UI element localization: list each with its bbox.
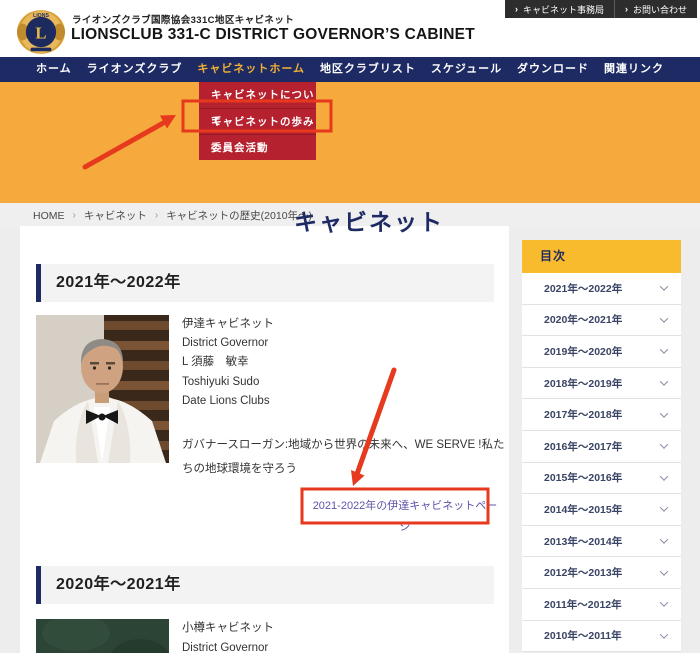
breadcrumb-current-page: キャビネットの歴史(2010年〜)	[166, 208, 312, 223]
toc-item-2016-2017[interactable]: 2016年〜2017年	[522, 431, 681, 463]
toc-item-label: 2011年〜2012年	[544, 597, 622, 612]
governor-name-jp: L 須藤 敏幸	[182, 353, 274, 372]
chevron-down-icon	[660, 567, 668, 575]
chevron-down-icon	[660, 409, 668, 417]
hero-banner: キャビネット	[0, 82, 700, 203]
toc-item-label: 2016年〜2017年	[544, 439, 622, 454]
cabinet-office-button[interactable]: › キャビネット事務局	[505, 0, 614, 18]
nav-item-schedule[interactable]: スケジュール	[431, 57, 502, 82]
svg-text:L: L	[35, 23, 46, 42]
nav-item-home[interactable]: ホーム	[36, 57, 72, 82]
site-subtitle: ライオンズクラブ国際協会331C地区キャビネット	[72, 12, 294, 26]
governor-photo-2020	[36, 619, 169, 653]
governor-role: District Governor	[182, 638, 274, 653]
chevron-down-icon	[660, 346, 668, 354]
dropdown-item-cabinet-history[interactable]: キャビネットの歩み	[199, 108, 316, 134]
cabinet-office-label: キャビネット事務局	[523, 3, 604, 16]
page: L LIONS ライオンズクラブ国際協会331C地区キャビネット LIONSCL…	[0, 0, 700, 653]
cabinet-name: 小樽キャビネット	[182, 618, 274, 638]
svg-text:LIONS: LIONS	[33, 13, 49, 19]
chevron-right-icon: ›	[625, 4, 628, 14]
nav-item-related-links[interactable]: 関連リンク	[604, 57, 664, 82]
toc-item-2014-2015[interactable]: 2014年〜2015年	[522, 494, 681, 526]
governor-name-en: Toshiyuki Sudo	[182, 373, 274, 392]
toc-item-label: 2010年〜2011年	[544, 628, 622, 643]
chevron-right-icon: ›	[515, 4, 518, 14]
nav-item-cabinet-home[interactable]: キャビネットホーム	[197, 57, 305, 82]
toc-item-2020-2021[interactable]: 2020年〜2021年	[522, 305, 681, 337]
main-content: 2021年〜2022年	[20, 226, 509, 653]
breadcrumb-separator: ›	[73, 210, 76, 221]
toc-item-label: 2014年〜2015年	[544, 502, 622, 517]
cabinet-page-link-2021-2022[interactable]: 2021-2022年の伊達キャビネットページ	[312, 496, 498, 538]
portrait-image	[36, 619, 169, 653]
toc-item-2015-2016[interactable]: 2015年〜2016年	[522, 463, 681, 495]
breadcrumb-home[interactable]: HOME	[33, 210, 65, 222]
toc-title: 目次	[522, 240, 681, 273]
chevron-down-icon	[660, 283, 668, 291]
toc-item-label: 2018年〜2019年	[544, 376, 622, 391]
chevron-down-icon	[660, 441, 668, 449]
topbar: › キャビネット事務局 › お問い合わせ	[505, 0, 697, 18]
governor-slogan: ガバナースローガン:地域から世界の未来へ、WE SERVE !私たちの地球環境を…	[182, 433, 509, 481]
cabinet-name: 伊達キャビネット	[182, 315, 274, 334]
governor-club: Date Lions Clubs	[182, 392, 274, 411]
nav-item-download[interactable]: ダウンロード	[517, 57, 589, 82]
hero-title: キャビネット	[294, 203, 444, 237]
breadcrumb-cabinet[interactable]: キャビネット	[84, 208, 147, 223]
toc-item-2012-2013[interactable]: 2012年〜2013年	[522, 557, 681, 589]
dropdown-item-committee-activities[interactable]: 委員会活動	[199, 134, 316, 160]
toc-item-2019-2020[interactable]: 2019年〜2020年	[522, 336, 681, 368]
contact-button[interactable]: › お問い合わせ	[614, 0, 697, 18]
site-header: L LIONS ライオンズクラブ国際協会331C地区キャビネット LIONSCL…	[0, 0, 700, 57]
chevron-down-icon	[660, 504, 668, 512]
section-heading-2021-2022: 2021年〜2022年	[36, 264, 494, 302]
breadcrumb-separator: ›	[155, 210, 158, 221]
governor-role: District Governor	[182, 334, 274, 353]
toc-item-2013-2014[interactable]: 2013年〜2014年	[522, 526, 681, 558]
toc-item-2011-2012[interactable]: 2011年〜2012年	[522, 589, 681, 621]
toc-item-label: 2015年〜2016年	[544, 470, 622, 485]
toc-item-2017-2018[interactable]: 2017年〜2018年	[522, 399, 681, 431]
main-nav: ホーム ライオンズクラブ キャビネットホーム 地区クラブリスト スケジュール ダ…	[0, 57, 700, 82]
toc-item-2021-2022[interactable]: 2021年〜2022年	[522, 273, 681, 305]
section-heading-label: 2020年〜2021年	[56, 576, 181, 593]
chevron-down-icon	[660, 535, 668, 543]
toc-item-label: 2012年〜2013年	[544, 565, 622, 580]
chevron-down-icon	[660, 314, 668, 322]
portrait-image	[36, 315, 169, 463]
nav-item-district-club-list[interactable]: 地区クラブリスト	[320, 57, 416, 82]
governor-info-2021: 伊達キャビネット District Governor L 須藤 敏幸 Toshi…	[182, 315, 274, 411]
toc-item-label: 2017年〜2018年	[544, 407, 622, 422]
toc-item-2010-2011[interactable]: 2010年〜2011年	[522, 621, 681, 653]
governor-info-2020: 小樽キャビネット District Governor	[182, 618, 274, 653]
chevron-down-icon	[660, 377, 668, 385]
cabinet-home-dropdown: キャビネットについて キャビネットの歩み 委員会活動	[199, 82, 316, 160]
chevron-down-icon	[660, 630, 668, 638]
table-of-contents: 目次 2021年〜2022年 2020年〜2021年 2019年〜2020年 2…	[522, 240, 681, 652]
toc-item-label: 2013年〜2014年	[544, 534, 622, 549]
contact-label: お問い合わせ	[633, 3, 687, 16]
chevron-down-icon	[660, 472, 668, 480]
section-heading-label: 2021年〜2022年	[56, 274, 181, 291]
toc-item-label: 2019年〜2020年	[544, 344, 622, 359]
section-heading-2020-2021: 2020年〜2021年	[36, 566, 494, 604]
nav-item-lions-club[interactable]: ライオンズクラブ	[87, 57, 183, 82]
toc-item-2018-2019[interactable]: 2018年〜2019年	[522, 368, 681, 400]
toc-item-label: 2021年〜2022年	[544, 281, 622, 296]
toc-item-label: 2020年〜2021年	[544, 312, 622, 327]
dropdown-item-about-cabinet[interactable]: キャビネットについて	[199, 82, 316, 108]
site-title: LIONSCLUB 331-C DISTRICT GOVERNOR’S CABI…	[71, 26, 475, 44]
chevron-down-icon	[660, 599, 668, 607]
lions-club-logo-icon: L LIONS	[17, 8, 65, 56]
governor-photo-2021	[36, 315, 169, 463]
